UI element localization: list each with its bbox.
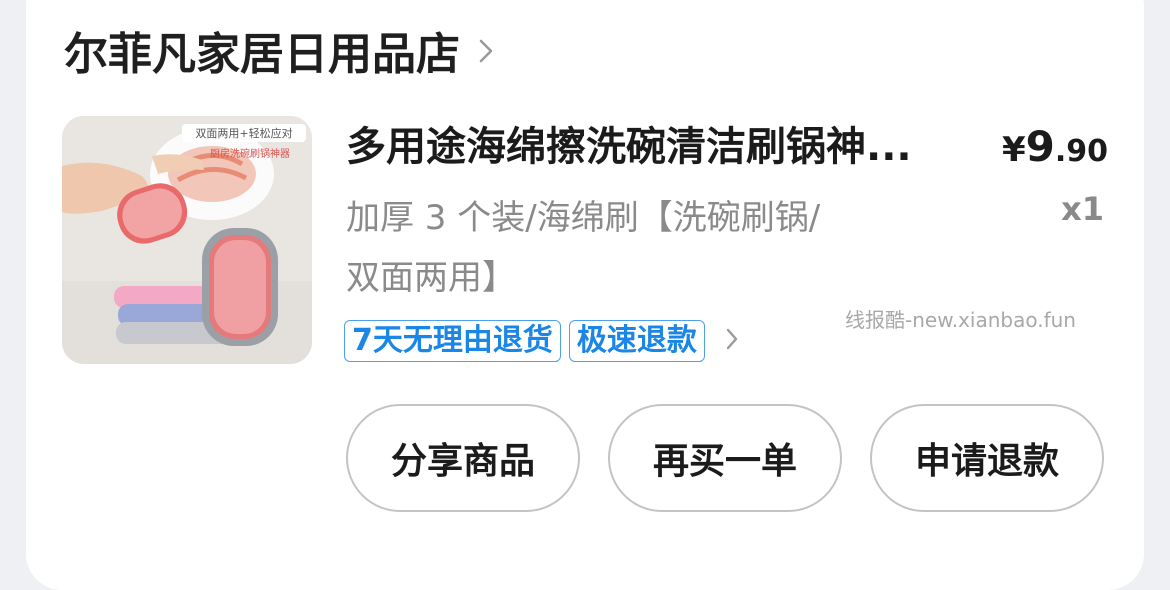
thumb-caption-text: 厨房洗碗刷锅神器	[210, 147, 290, 160]
share-product-button[interactable]: 分享商品	[346, 404, 580, 512]
product-thumbnail[interactable]: 双面两用+轻松应对 厨房洗碗刷锅神器	[62, 116, 312, 364]
tag-seven-day-return: 7天无理由退货	[344, 320, 561, 362]
price-integer: 9	[1025, 122, 1055, 171]
chevron-right-icon	[478, 25, 494, 76]
price-decimal: .90	[1054, 134, 1108, 169]
thumb-badge-text: 双面两用+轻松应对	[195, 126, 292, 140]
service-tags[interactable]: 7天无理由退货 极速退款	[344, 320, 739, 362]
price-currency: ¥	[1001, 130, 1026, 170]
tag-fast-refund: 极速退款	[568, 320, 705, 362]
product-quantity: x1	[1061, 190, 1104, 228]
product-variant: 加厚 3 个装/海绵刷【洗碗刷锅/双面两用】	[346, 198, 821, 298]
shop-header[interactable]: 尔菲凡家居日用品店	[64, 20, 494, 80]
buy-again-button[interactable]: 再买一单	[608, 404, 842, 512]
product-title[interactable]: 多用途海绵擦洗碗清洁刷锅神...	[346, 118, 976, 176]
chevron-right-icon	[725, 326, 739, 356]
watermark: 线报酷-new.xianbao.fun	[845, 308, 1076, 332]
product-price: ¥9.90	[1002, 118, 1108, 185]
request-refund-button[interactable]: 申请退款	[870, 404, 1104, 512]
shop-name: 尔菲凡家居日用品店	[64, 29, 460, 80]
